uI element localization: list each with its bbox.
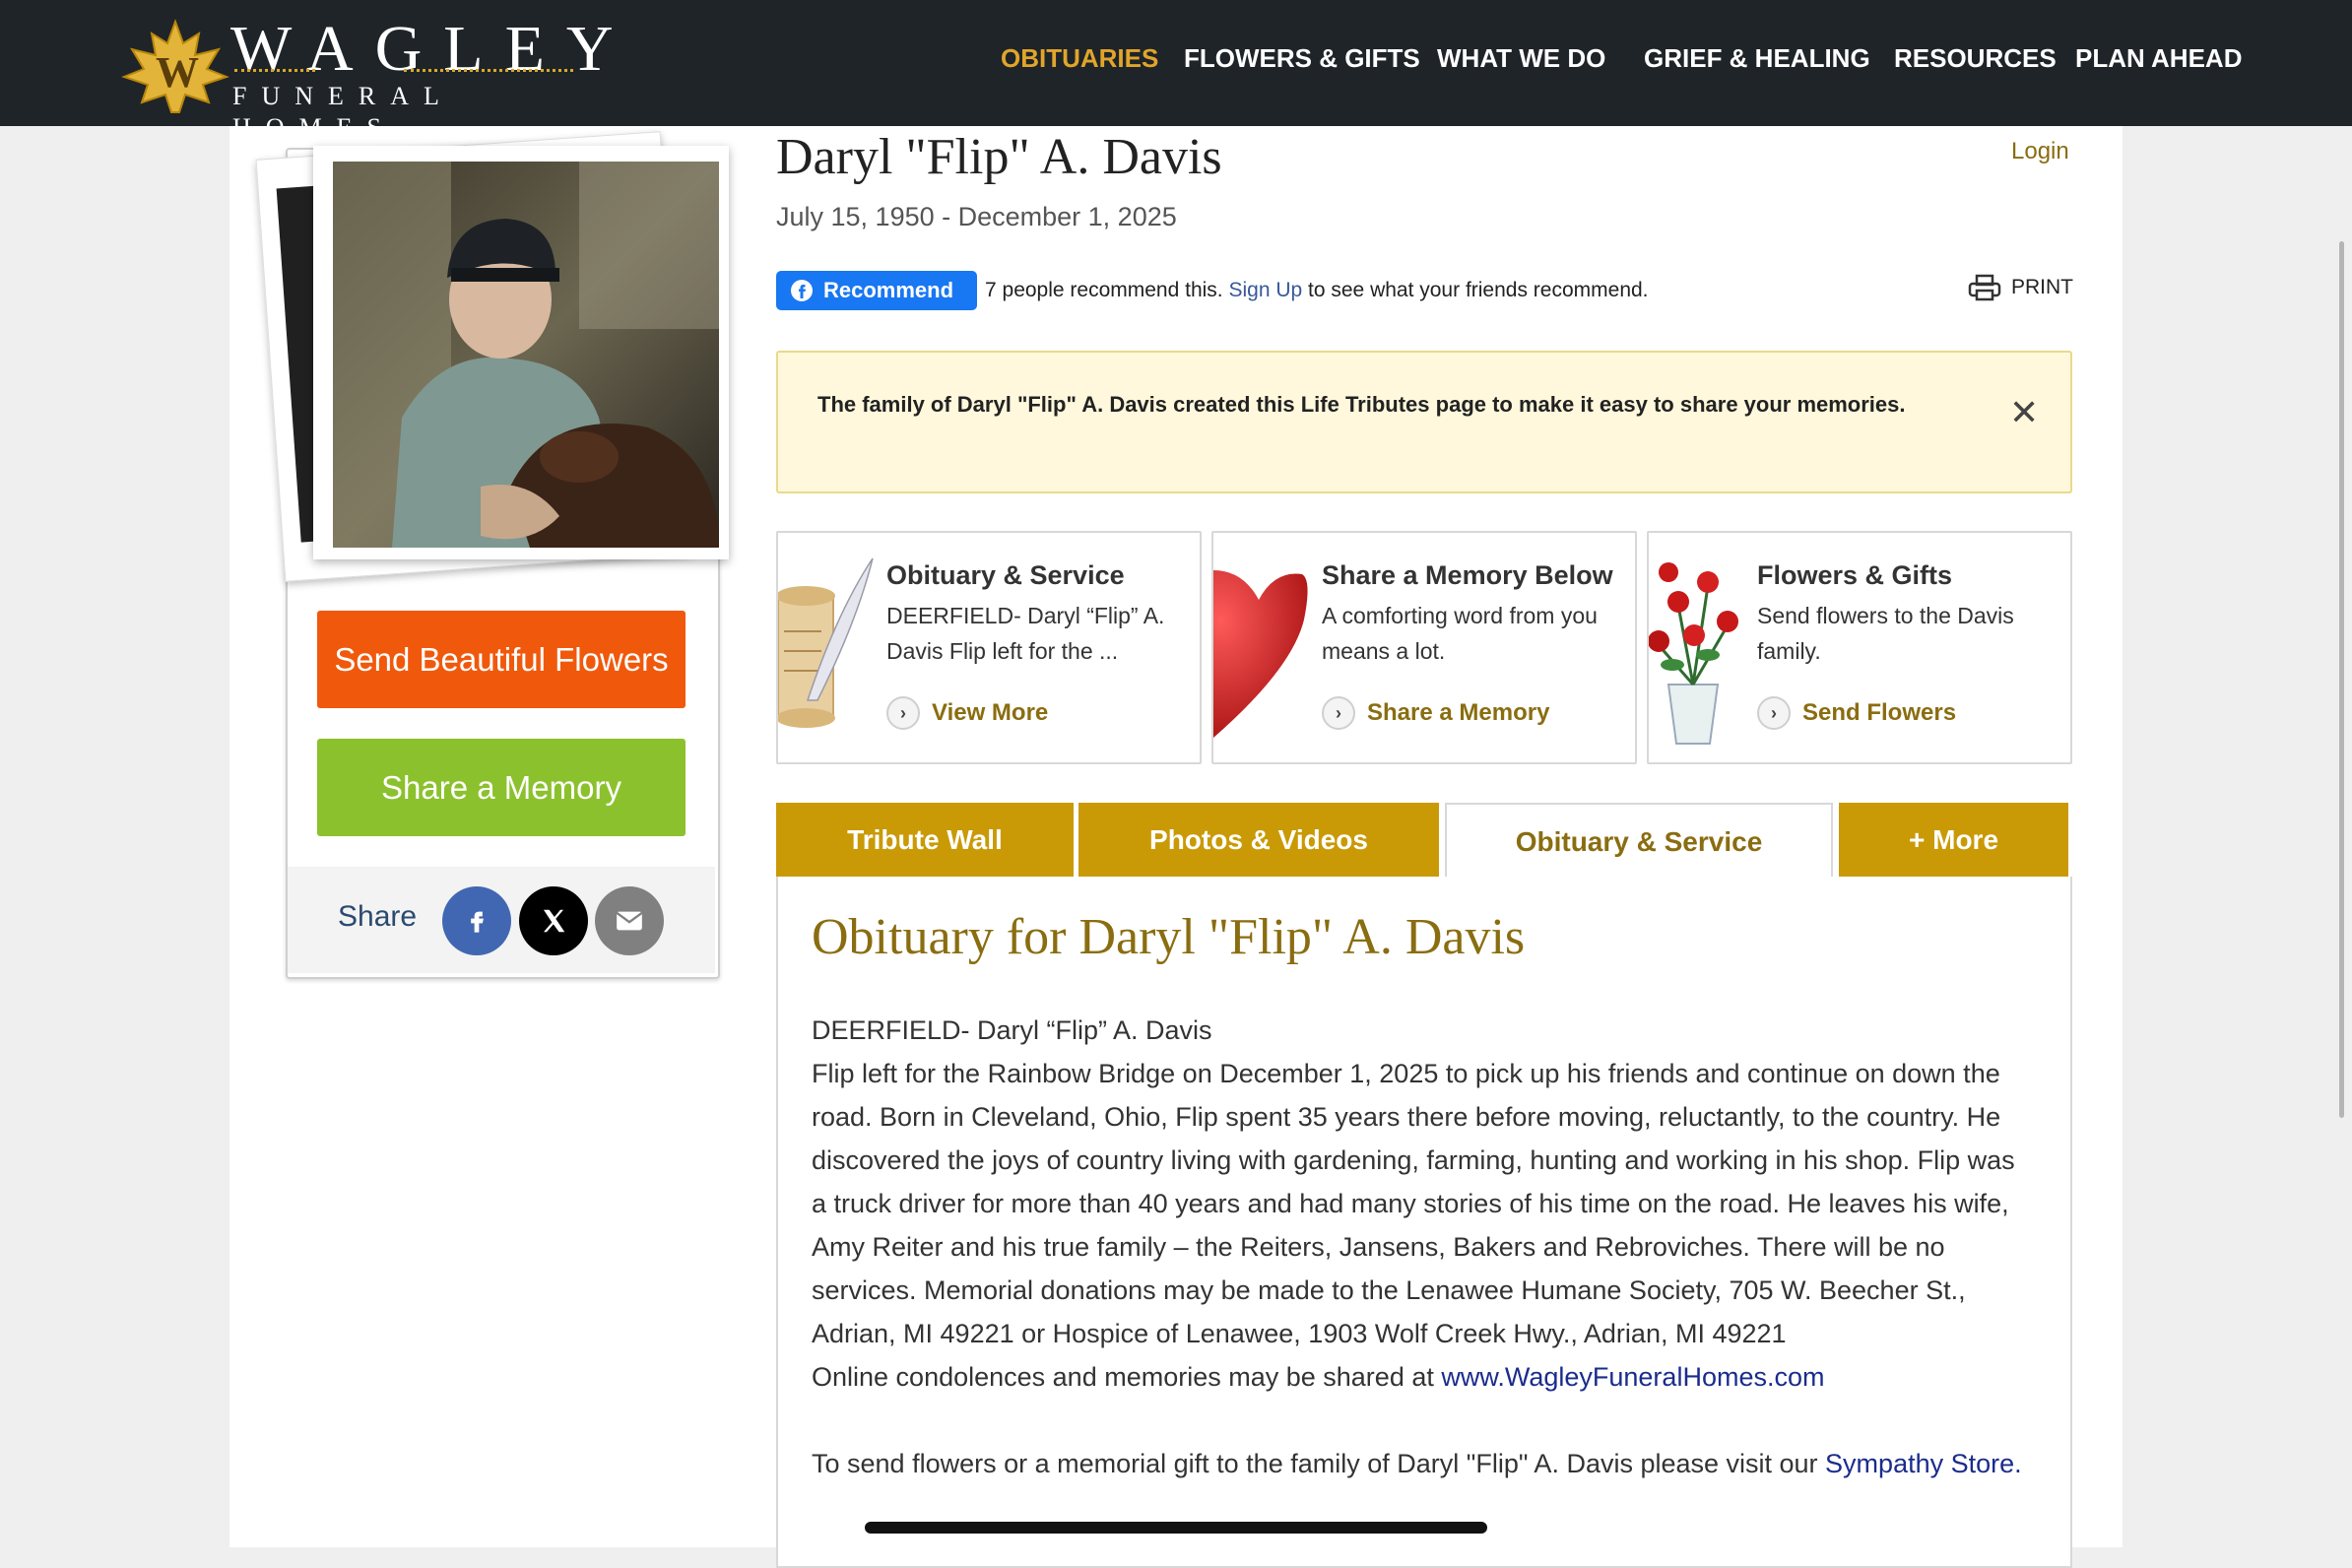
profile-photo-frame[interactable] (313, 146, 729, 559)
logo-divider-right (404, 69, 573, 72)
card-description: Send flowers to the Davis family. (1757, 603, 2014, 664)
top-navigation-bar: W WAGLEY FUNERAL HOMES OBITUARIES FLOWER… (0, 0, 2352, 142)
profile-photo (333, 162, 719, 548)
nav-resources-label: RESOURCES (1894, 42, 2057, 73)
print-label: PRINT (2011, 276, 2073, 298)
logo-wordmark: WAGLEY (230, 13, 635, 85)
facebook-icon (471, 911, 484, 933)
life-tributes-notice: The family of Daryl "Flip" A. Davis crea… (776, 351, 2072, 493)
card-title: Flowers & Gifts (1757, 560, 1953, 590)
obituary-text: DEERFIELD- Daryl “Flip” A. Davis Flip le… (812, 1009, 2033, 1399)
wagley-logo[interactable]: W WAGLEY FUNERAL HOMES (116, 12, 614, 142)
send-flowers-label: Send Flowers (1802, 699, 1957, 726)
nav-plan-ahead[interactable]: PLAN AHEAD (2075, 0, 2242, 116)
roses-bouquet-icon (1649, 562, 1738, 745)
facebook-share-button[interactable] (442, 886, 511, 955)
nav-grief-healing[interactable]: GRIEF & HEALING (1644, 0, 1870, 116)
logo-divider-left (234, 69, 315, 72)
recommend-suffix-text: to see what your friends recommend. (1302, 279, 1649, 301)
nav-obituaries[interactable]: OBITUARIES (1001, 0, 1158, 116)
sign-up-link[interactable]: Sign Up (1228, 279, 1302, 301)
obituary-body: Flip left for the Rainbow Bridge on Dece… (812, 1059, 2015, 1348)
nav-flowers-gifts[interactable]: FLOWERS & GIFTS (1184, 0, 1420, 116)
tab-more[interactable]: + More (1839, 803, 2068, 877)
profile-photo-image (333, 162, 719, 548)
send-beautiful-flowers-button[interactable]: Send Beautiful Flowers (317, 611, 686, 708)
share-label: Share (338, 900, 418, 933)
closing-text: To send flowers or a memorial gift to th… (812, 1449, 1826, 1478)
sympathy-store-paragraph: To send flowers or a memorial gift to th… (812, 1442, 2033, 1485)
nav-resources[interactable]: RESOURCES (1894, 0, 2057, 116)
view-more-label: View More (932, 699, 1049, 726)
logo-letter: W (156, 48, 199, 97)
home-indicator[interactable] (865, 1522, 1487, 1534)
card-share-memory[interactable]: Share a Memory Below A comforting word f… (1211, 531, 1637, 764)
send-flowers-link[interactable]: › Send Flowers (1757, 696, 1956, 730)
tab-obituary-service[interactable]: Obituary & Service (1445, 803, 1833, 879)
card-title: Share a Memory Below (1322, 560, 1613, 590)
chevron-right-icon: › (1322, 696, 1355, 730)
obituary-dateline: DEERFIELD- Daryl “Flip” A. Davis (812, 1015, 1212, 1045)
online-condolences-text: Online condolences and memories may be s… (812, 1362, 1442, 1392)
nav-what-we-do-label: WHAT WE DO (1437, 42, 1606, 73)
tab-tribute-wall[interactable]: Tribute Wall (776, 803, 1074, 877)
tab-photos-videos[interactable]: Photos & Videos (1078, 803, 1439, 877)
scroll-quill-icon (778, 557, 874, 728)
card-flowers-gifts[interactable]: Flowers & Gifts Send flowers to the Davi… (1647, 531, 2072, 764)
card-obituary-service[interactable]: Obituary & Service DEERFIELD- Daryl “Fli… (776, 531, 1202, 764)
recommend-summary: 7 people recommend this. Sign Up to see … (985, 279, 1649, 302)
facebook-logo-icon (791, 280, 813, 301)
chevron-right-icon: › (886, 696, 920, 730)
nav-what-we-do[interactable]: WHAT WE DO (1437, 0, 1605, 116)
email-share-button[interactable] (595, 886, 664, 955)
login-link[interactable]: Login (2011, 138, 2069, 165)
x-icon (544, 909, 565, 933)
heart-icon (1213, 570, 1308, 738)
page-scrollbar[interactable] (2339, 241, 2344, 1118)
email-icon (616, 911, 643, 931)
nav-flowers-gifts-label: FLOWERS & GIFTS (1184, 42, 1420, 73)
nav-grief-healing-label: GRIEF & HEALING (1644, 42, 1870, 73)
share-a-memory-button[interactable]: Share a Memory (317, 739, 686, 836)
wagley-website-link[interactable]: www.WagleyFuneralHomes.com (1441, 1362, 1824, 1392)
view-more-link[interactable]: › View More (886, 696, 1048, 730)
print-button[interactable]: PRINT (1968, 274, 2073, 301)
card-description: DEERFIELD- Daryl “Flip” A. Davis Flip le… (886, 603, 1165, 664)
card-title: Obituary & Service (886, 560, 1125, 590)
card-description: A comforting word from you means a lot. (1322, 603, 1598, 664)
chevron-right-icon: › (1757, 696, 1791, 730)
nav-plan-ahead-label: PLAN AHEAD (2075, 42, 2243, 73)
obituary-online-line: Online condolences and memories may be s… (812, 1355, 2033, 1399)
recommend-label: Recommend (823, 278, 954, 302)
facebook-recommend-button[interactable]: Recommend (776, 271, 977, 310)
obituary-heading: Obituary for Daryl "Flip" A. Davis (812, 909, 1526, 965)
share-a-memory-link[interactable]: › Share a Memory (1322, 696, 1549, 730)
close-icon[interactable]: ✕ (2009, 392, 2039, 433)
printer-icon (1968, 274, 2001, 301)
recommend-count-text: 7 people recommend this. (985, 279, 1229, 301)
notice-text: The family of Daryl "Flip" A. Davis crea… (817, 392, 1906, 417)
closing-period: . (2014, 1449, 2022, 1478)
deceased-name: Daryl "Flip" A. Davis (776, 129, 1222, 185)
life-dates: July 15, 1950 - December 1, 2025 (776, 202, 1177, 231)
x-share-button[interactable] (519, 886, 588, 955)
share-a-memory-label: Share a Memory (1367, 699, 1550, 726)
nav-obituaries-label: OBITUARIES (1001, 42, 1159, 73)
sympathy-store-link[interactable]: Sympathy Store (1825, 1449, 2014, 1478)
